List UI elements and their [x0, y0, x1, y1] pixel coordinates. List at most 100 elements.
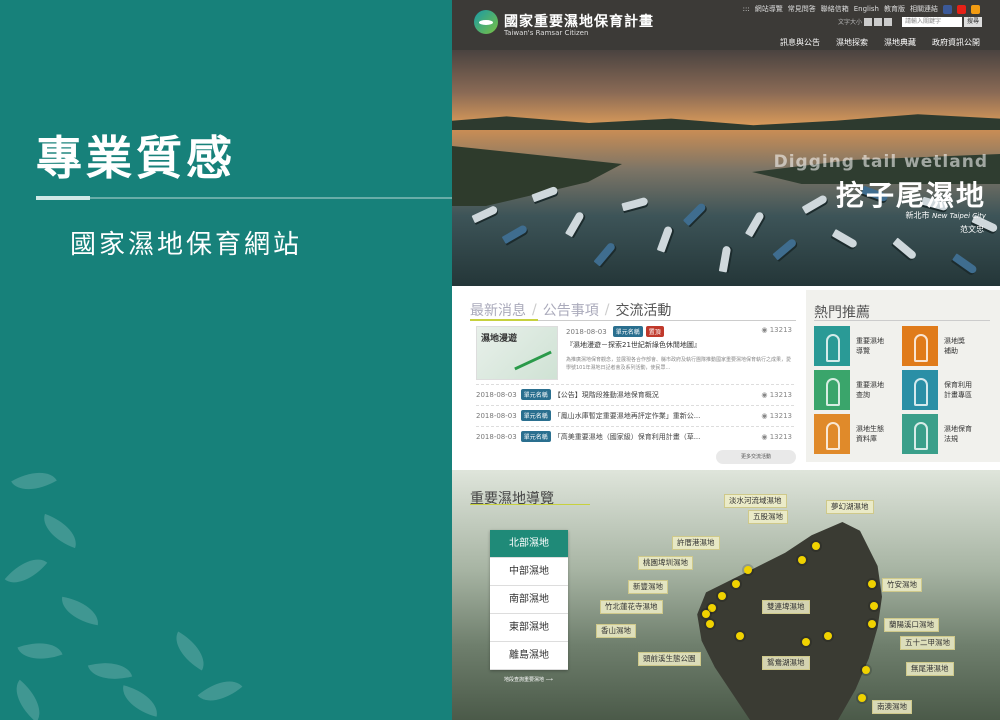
- region-search-link[interactable]: 地段查詢重要濕地 ⟶: [504, 676, 553, 683]
- tab-latest-news[interactable]: 最新消息: [470, 300, 526, 320]
- search-input[interactable]: 請輸入關鍵字: [902, 17, 962, 27]
- hot-item-regulations[interactable]: 濕地保育 法規: [902, 414, 990, 454]
- tab-events[interactable]: 交流活動: [615, 300, 671, 320]
- panel-title: 專業質感: [36, 131, 236, 185]
- util-accesskey[interactable]: :::: [743, 5, 750, 13]
- wetland-label[interactable]: 夢幻湖濕地: [826, 500, 874, 514]
- wetland-marker[interactable]: [802, 638, 810, 646]
- website-preview: 國家重要濕地保育計畫 Taiwan's Ramsar Citizen ::: 網…: [452, 0, 1000, 720]
- wetland-map-section: 重要濕地導覽 北部濕地 中部濕地 南部濕地 東部濕地 離島濕地 地段查詢重要濕地…: [452, 470, 1000, 720]
- eye-icon: ◉: [761, 411, 770, 420]
- nav-gov-info[interactable]: 政府資訊公開: [932, 37, 980, 48]
- wetland-label[interactable]: 竹安濕地: [882, 578, 922, 592]
- news-divider-accent: [470, 319, 538, 321]
- hero-chinese-title: 挖子尾濕地: [835, 179, 986, 212]
- egret-icon: [814, 370, 850, 410]
- hot-item-conservation-plan[interactable]: 保育利用 計畫專區: [902, 370, 990, 410]
- wetland-label[interactable]: 五十二甲濕地: [900, 636, 955, 650]
- util-education[interactable]: 教育版: [884, 4, 905, 14]
- more-events-button[interactable]: 更多交流活動: [716, 450, 796, 464]
- hot-item-label: 濕地保育 法規: [944, 425, 972, 443]
- util-faq[interactable]: 常見問答: [788, 4, 816, 14]
- wetland-label[interactable]: 許厝港濕地: [672, 536, 720, 550]
- font-size-large-button[interactable]: [884, 17, 893, 26]
- news-row[interactable]: 2018-08-03 單元名稱 「鳳山水庫暫定重要濕地再評定作業」重新公... …: [476, 405, 794, 425]
- news-date: 2018-08-03: [476, 411, 517, 420]
- news-title[interactable]: 「高美重要濕地（國家級）保育利用計畫（草...: [554, 432, 701, 442]
- panel-subtitle: 國家濕地保育網站: [70, 230, 303, 260]
- wetland-marker[interactable]: [732, 580, 740, 588]
- wetland-label[interactable]: 南澳濕地: [872, 700, 912, 714]
- news-title[interactable]: 「鳳山水庫暫定重要濕地再評定作業」重新公...: [554, 411, 701, 421]
- site-header: 國家重要濕地保育計畫 Taiwan's Ramsar Citizen ::: 網…: [452, 0, 1000, 50]
- wetland-label[interactable]: 鴛鴦湖濕地: [762, 656, 810, 670]
- news-title[interactable]: 【公告】現階段推動濕地保育概況: [554, 390, 659, 400]
- wetland-marker[interactable]: [702, 610, 710, 618]
- unit-tag: 單元名稱: [520, 410, 551, 421]
- news-row[interactable]: 2018-08-03 單元名稱 「高美重要濕地（國家級）保育利用計畫（草... …: [476, 426, 794, 446]
- wetland-label[interactable]: 雙連埤濕地: [762, 600, 810, 614]
- wetland-label[interactable]: 桃園埤圳濕地: [638, 556, 693, 570]
- wetland-label[interactable]: 竹北蓮花寺濕地: [600, 600, 663, 614]
- region-east[interactable]: 東部濕地: [490, 614, 568, 642]
- wetland-marker[interactable]: [718, 592, 726, 600]
- wetland-label[interactable]: 新豐濕地: [628, 580, 668, 594]
- hot-item-wetland-guide[interactable]: 重要濕地 導覽: [814, 326, 902, 366]
- featured-meta: 2018-08-03 單元名稱 置頂: [566, 326, 667, 337]
- wetland-label[interactable]: 蘭陽溪口濕地: [884, 618, 939, 632]
- wetland-label[interactable]: 頭前溪生態公園: [638, 652, 701, 666]
- util-english[interactable]: English: [854, 5, 879, 13]
- wetland-marker[interactable]: [706, 620, 714, 628]
- nav-explore[interactable]: 濕地探索: [836, 37, 868, 48]
- wetland-marker[interactable]: [862, 666, 870, 674]
- wetland-marker[interactable]: [744, 566, 752, 574]
- region-north[interactable]: 北部濕地: [490, 530, 568, 558]
- nav-news[interactable]: 訊息與公告: [780, 37, 820, 48]
- region-south[interactable]: 南部濕地: [490, 586, 568, 614]
- nav-collection[interactable]: 濕地典藏: [884, 37, 916, 48]
- featured-view-count: 13213: [769, 326, 792, 334]
- hot-item-ecology-database[interactable]: 濕地生態 資料庫: [814, 414, 902, 454]
- region-islands[interactable]: 離島濕地: [490, 642, 568, 670]
- facebook-icon[interactable]: [943, 4, 952, 14]
- site-logo-icon[interactable]: [474, 10, 498, 34]
- wetland-label[interactable]: 五股濕地: [748, 510, 788, 524]
- font-size-medium-button[interactable]: [874, 17, 883, 26]
- util-related[interactable]: 相關連結: [910, 4, 938, 14]
- news-row[interactable]: 2018-08-03 單元名稱 【公告】現階段推動濕地保育概況 ◉ 13213: [476, 384, 794, 404]
- wetland-label[interactable]: 香山濕地: [596, 624, 636, 638]
- featured-news-title[interactable]: 『濕地漫遊－探索21世紀新綠色休閒地圖』: [566, 340, 701, 350]
- hot-item-award-subsidy[interactable]: 濕地獎 補助: [902, 326, 990, 366]
- leaf-decoration: [11, 461, 57, 501]
- util-sitemap[interactable]: 網站導覽: [755, 4, 783, 14]
- wetland-marker[interactable]: [870, 602, 878, 610]
- wetland-label[interactable]: 無尾港濕地: [906, 662, 954, 676]
- search-button[interactable]: 搜尋: [964, 17, 982, 27]
- font-size-small-button[interactable]: [864, 17, 873, 26]
- wetland-marker[interactable]: [868, 620, 876, 628]
- news-views: ◉ 13213: [761, 433, 792, 441]
- leaf-decoration: [87, 655, 133, 687]
- region-central[interactable]: 中部濕地: [490, 558, 568, 586]
- main-nav: 訊息與公告 濕地探索 濕地典藏 政府資訊公開: [780, 37, 980, 48]
- leaf-decoration: [197, 669, 243, 713]
- wetland-marker[interactable]: [868, 580, 876, 588]
- unit-tag: 單元名稱: [612, 326, 643, 337]
- site-title[interactable]: 國家重要濕地保育計畫: [504, 11, 654, 31]
- wetland-marker[interactable]: [736, 632, 744, 640]
- panel-divider-accent: [36, 196, 90, 200]
- hot-item-wetland-search[interactable]: 重要濕地 查詢: [814, 370, 902, 410]
- featured-news-image[interactable]: 濕地漫遊: [476, 326, 558, 380]
- rss-icon[interactable]: [971, 4, 980, 14]
- tab-announcements[interactable]: 公告事項: [543, 300, 599, 320]
- unit-tag: 單元名稱: [520, 389, 551, 400]
- youtube-icon[interactable]: [957, 4, 966, 14]
- util-contact[interactable]: 聯絡信箱: [821, 4, 849, 14]
- wetland-marker[interactable]: [798, 556, 806, 564]
- wetland-marker[interactable]: [812, 542, 820, 550]
- wetland-marker[interactable]: [824, 632, 832, 640]
- news-views: ◉ 13213: [761, 391, 792, 399]
- news-view-count: 13213: [769, 411, 792, 420]
- wetland-marker[interactable]: [858, 694, 866, 702]
- wetland-label[interactable]: 淡水河流域濕地: [724, 494, 787, 508]
